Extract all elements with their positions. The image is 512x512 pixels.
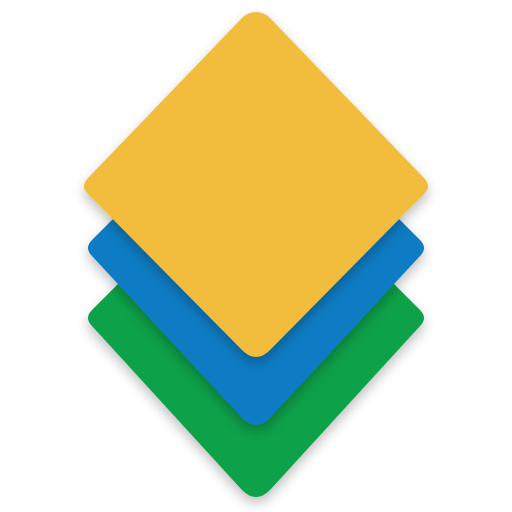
stacked-layers-icon [84, 12, 428, 497]
app-icon [0, 0, 512, 512]
